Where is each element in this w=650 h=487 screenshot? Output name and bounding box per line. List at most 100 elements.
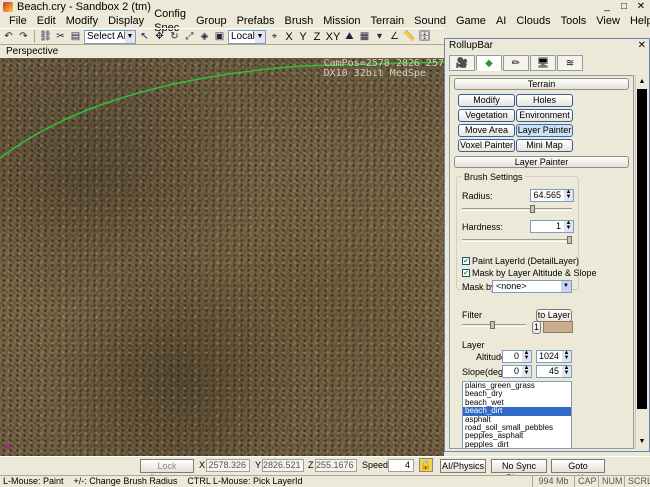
navigation-bar: Lock Selection X 2578.326 Y 2826.521 Z 2… xyxy=(0,456,650,483)
rotate-icon[interactable]: ↻ xyxy=(168,30,181,43)
toolbar-separator xyxy=(34,30,35,43)
unlink-icon[interactable]: ✂ xyxy=(54,30,67,43)
ruler-icon[interactable]: 📏 xyxy=(403,30,416,43)
scroll-down-icon[interactable]: ▼ xyxy=(637,436,647,448)
menu-tools[interactable]: Tools xyxy=(556,14,592,28)
menu-sound[interactable]: Sound xyxy=(409,14,451,28)
axis-x-button[interactable]: X xyxy=(283,31,295,43)
spinner-arrows-icon[interactable]: ▲ ▼ xyxy=(522,365,531,377)
layer-painter-section-header[interactable]: Layer Painter xyxy=(454,156,629,168)
radius-slider-track[interactable] xyxy=(462,208,572,211)
grid-dropdown-icon[interactable]: ▾ xyxy=(373,30,386,43)
perspective-viewport[interactable]: CamPos=2578 2826 257 DX10 32bit MedSpe ✛ xyxy=(0,58,444,456)
menu-display[interactable]: Display xyxy=(103,14,149,28)
title-bar: Beach.cry - Sandbox 2 (tm) _ □ ✕ xyxy=(0,0,650,14)
x-coord-field[interactable]: 2578.326 xyxy=(206,459,250,472)
objects-tab-icon[interactable]: 🎥 xyxy=(449,55,475,71)
axis-xy-button[interactable]: XY xyxy=(325,31,341,43)
z-coord-field[interactable]: 255.1676 xyxy=(315,459,357,472)
spinner-arrows-icon[interactable]: ▲ ▼ xyxy=(562,365,571,377)
undo-icon[interactable]: ↶ xyxy=(2,30,15,43)
scroll-up-icon[interactable]: ▲ xyxy=(637,76,647,88)
menu-help[interactable]: Help xyxy=(625,14,650,28)
coord-system-dropdown[interactable]: Local ▼ xyxy=(228,29,266,44)
spinner-arrows-icon[interactable]: ▲ ▼ xyxy=(564,220,573,232)
maximize-icon[interactable]: □ xyxy=(617,1,631,13)
display-tab-icon[interactable]: 🖥 xyxy=(530,55,556,71)
axis-lock-icon[interactable]: ⌖ xyxy=(268,30,281,43)
slope-min-spinner[interactable]: 0 ▲ ▼ xyxy=(502,365,532,378)
mask-altitude-checkbox[interactable]: ✔ Mask by Layer Altitude & Slope xyxy=(462,268,597,278)
paint-layer-checkbox[interactable]: ✔ Paint LayerId (DetailLayer) xyxy=(462,256,579,266)
terrain-section-header[interactable]: Terrain xyxy=(454,78,629,90)
vegetation-button[interactable]: Vegetation xyxy=(458,109,515,122)
menu-terrain[interactable]: Terrain xyxy=(366,14,410,28)
spinner-arrows-icon[interactable]: ▲ ▼ xyxy=(562,350,571,362)
close-icon[interactable]: ✕ xyxy=(634,1,648,13)
layer-list[interactable]: plains_green_grass beach_dry beach_wet b… xyxy=(462,381,572,448)
filter-one-button[interactable]: 1 xyxy=(532,321,541,334)
holes-button[interactable]: Holes xyxy=(516,94,573,107)
modify-button[interactable]: Modify xyxy=(458,94,515,107)
menu-game[interactable]: Game xyxy=(451,14,491,28)
filter-color-swatch[interactable] xyxy=(543,321,573,333)
altitude-max-spinner[interactable]: 1024 ▲ ▼ xyxy=(536,350,572,363)
database-icon[interactable]: 🗄 xyxy=(418,30,431,43)
scale-icon[interactable]: ⤢ xyxy=(183,30,196,43)
hardness-slider-track[interactable] xyxy=(462,239,572,242)
y-coord-field[interactable]: 2826.521 xyxy=(262,459,304,472)
altitude-min-spinner[interactable]: 0 ▲ ▼ xyxy=(502,350,532,363)
hardness-spinner[interactable]: 1 ▲ ▼ xyxy=(530,220,574,233)
spinner-arrows-icon[interactable]: ▲ ▼ xyxy=(522,350,531,362)
snap-icon[interactable]: ▣ xyxy=(213,30,226,43)
hardness-slider-thumb[interactable] xyxy=(567,236,572,244)
redo-icon[interactable]: ↷ xyxy=(17,30,30,43)
grid-icon[interactable]: ▦ xyxy=(358,30,371,43)
terrain-tab-icon[interactable]: ◆ xyxy=(476,55,502,71)
select-terrain-icon[interactable]: ◈ xyxy=(198,30,211,43)
menu-prefabs[interactable]: Prefabs xyxy=(232,14,280,28)
menu-modify[interactable]: Modify xyxy=(61,14,103,28)
no-sync-player-button[interactable]: No Sync Player xyxy=(491,459,547,483)
radius-spinner[interactable]: 64.565 ▲ ▼ xyxy=(530,189,574,202)
viewport-title[interactable]: Perspective xyxy=(0,46,444,58)
mask-by-dropdown[interactable]: <none> ▼ xyxy=(492,280,572,293)
filter-slider-thumb[interactable] xyxy=(490,321,495,329)
voxel-painter-button[interactable]: Voxel Painter xyxy=(458,139,515,152)
angle-snap-icon[interactable]: ∠ xyxy=(388,30,401,43)
minimize-icon[interactable]: _ xyxy=(600,1,614,13)
lock-selection-button[interactable]: Lock Selection xyxy=(140,459,194,483)
radius-slider-thumb[interactable] xyxy=(530,205,535,213)
selection-set-dropdown[interactable]: Select All ▼ xyxy=(84,29,136,44)
ai-physics-button[interactable]: AI/Physics xyxy=(440,459,486,473)
slope-max-spinner[interactable]: 45 ▲ ▼ xyxy=(536,365,572,378)
axis-z-button[interactable]: Z xyxy=(311,31,323,43)
terrain-follow-icon[interactable]: ⛰ xyxy=(343,30,356,43)
mini-map-button[interactable]: Mini Map xyxy=(516,139,573,152)
move-area-button[interactable]: Move Area xyxy=(458,124,515,137)
spinner-arrows-icon[interactable]: ▲ ▼ xyxy=(564,189,573,201)
menu-file[interactable]: File xyxy=(4,14,32,28)
goto-position-button[interactable]: Goto position xyxy=(551,459,605,483)
environment-button[interactable]: Environment xyxy=(516,109,573,122)
link-icon[interactable]: ⛓ xyxy=(39,30,52,43)
rollup-scrollbar[interactable]: ▲ ▼ xyxy=(635,75,647,449)
menu-ai[interactable]: AI xyxy=(491,14,511,28)
close-icon[interactable]: ✕ xyxy=(638,39,646,53)
menu-group[interactable]: Group xyxy=(191,14,232,28)
select-by-name-icon[interactable]: ▤ xyxy=(69,30,82,43)
axis-y-button[interactable]: Y xyxy=(297,31,309,43)
lock-icon[interactable]: 🔒 xyxy=(419,458,433,472)
layer-painter-button[interactable]: Layer Painter xyxy=(516,124,573,137)
layers-tab-icon[interactable]: ≋ xyxy=(557,55,583,71)
menu-edit[interactable]: Edit xyxy=(32,14,61,28)
select-arrow-icon[interactable]: ↖ xyxy=(138,30,151,43)
speed-field[interactable]: 4 xyxy=(388,459,414,472)
menu-brush[interactable]: Brush xyxy=(279,14,318,28)
move-icon[interactable]: ✥ xyxy=(153,30,166,43)
menu-clouds[interactable]: Clouds xyxy=(511,14,555,28)
menu-view[interactable]: View xyxy=(591,14,625,28)
menu-mission[interactable]: Mission xyxy=(318,14,365,28)
scroll-thumb[interactable] xyxy=(637,89,647,409)
modelling-tab-icon[interactable]: ✏ xyxy=(503,55,529,71)
